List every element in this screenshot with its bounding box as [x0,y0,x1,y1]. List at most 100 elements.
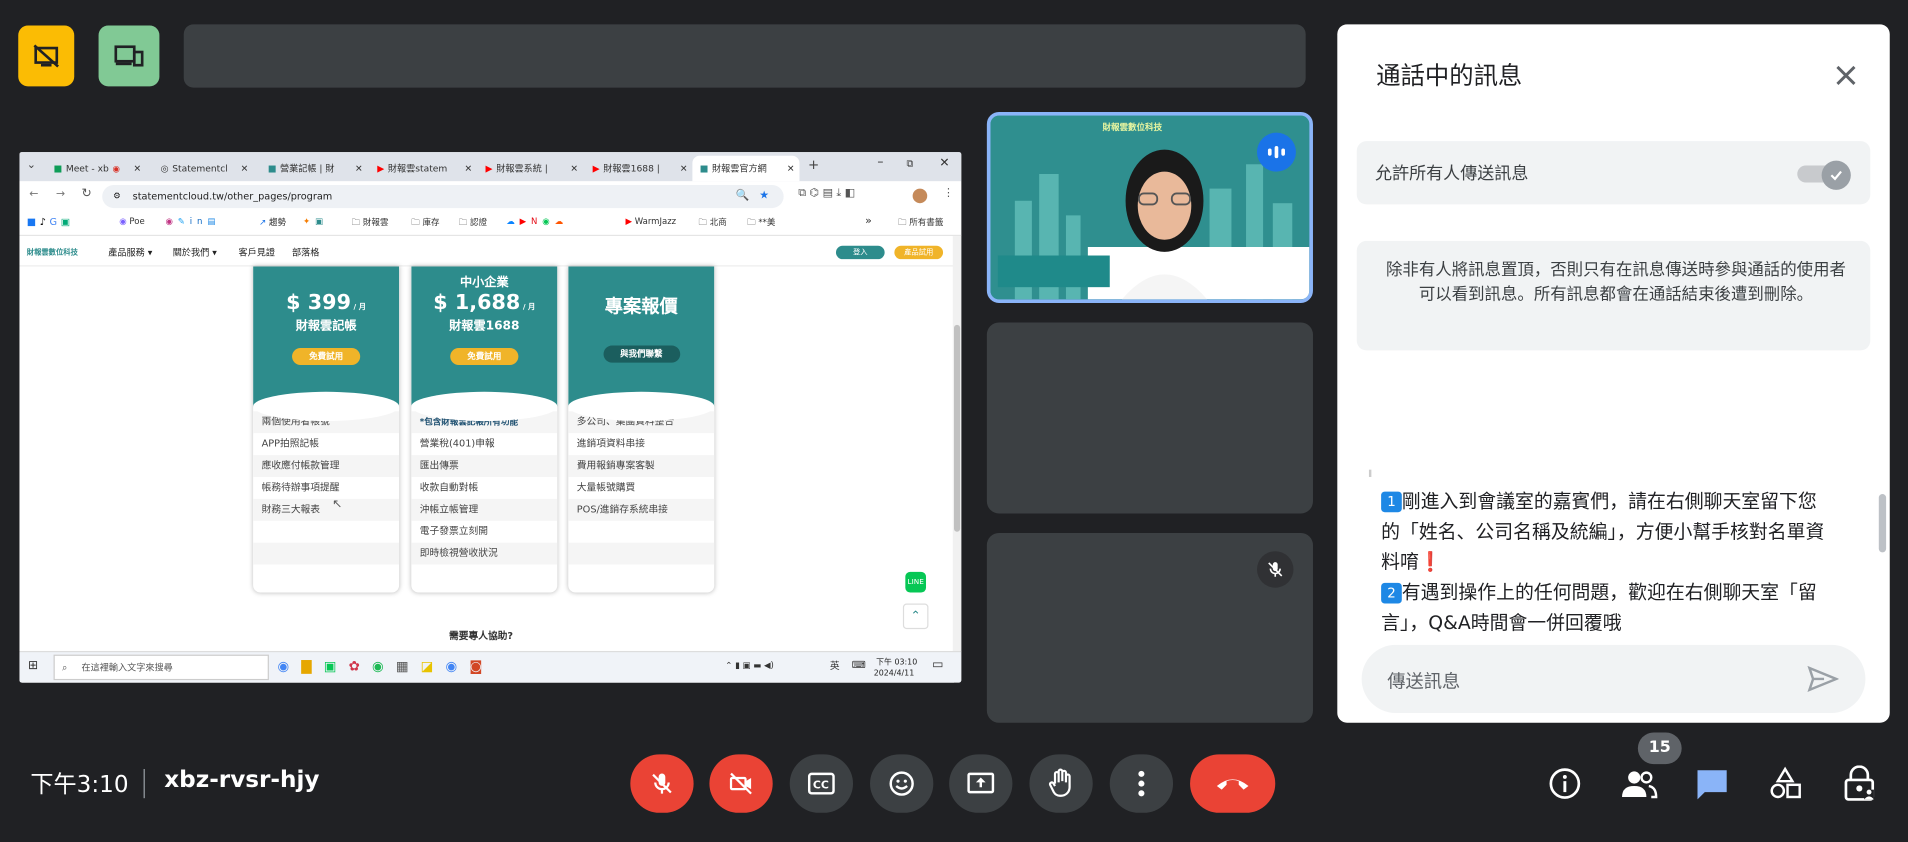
feature-item [253,521,399,543]
tab-list-icon[interactable]: ⌄ [27,159,36,171]
feature-item: 即時檢視營收狀況 [411,542,558,565]
bookmark-folder[interactable]: 🗀 認證 [459,217,487,232]
hand-icon [1046,768,1075,800]
browser-tab[interactable]: ▶ 財報雲statem ✕ [370,156,477,182]
nav-testimonials[interactable]: 客戶見證 [239,246,276,259]
help-text: 需要專人協助? [449,630,514,642]
bookmark-label: WarmJazz [634,216,677,227]
bookmark-star-icon[interactable]: ★ [759,185,769,208]
line-chat-icon[interactable]: LINE [905,571,927,593]
feature-item [568,542,715,565]
nav-products[interactable]: 產品服務 ▾ [108,246,152,259]
bookmark-warmjazz[interactable]: ▶ WarmJazz [625,217,676,227]
allow-messages-label: 允許所有人傳送訊息 [1375,164,1529,184]
tray-icons[interactable]: ⌃ ▮ ▣ ▬ ◀) [725,661,774,671]
login-button[interactable]: 登入 [835,245,885,260]
chat-scrollbar[interactable] [1878,494,1887,553]
back-icon[interactable]: ← [29,189,38,201]
site-logo[interactable]: 財報雲數位科技 [27,246,78,257]
chat-icon [1694,767,1731,801]
forward-icon[interactable]: → [56,189,65,201]
card-top-label: 中小企業 [459,276,509,290]
tab-label: 財報雲系統 | [496,163,548,174]
bookmark-folder[interactable]: 🗀 財報雲 [352,217,389,232]
browser-menu-icon[interactable]: ⋮ [943,187,954,199]
devices-badge[interactable] [98,25,160,87]
browser-scrollbar[interactable] [952,236,962,651]
bookmark-overflow-icon[interactable]: » [865,215,872,227]
check-icon [1821,160,1851,190]
contact-us-button[interactable]: 與我們聯繫 [602,345,680,363]
browser-tab[interactable]: ▶ 財報雲系統 | ✕ [478,156,583,182]
raise-hand-button[interactable] [1029,754,1093,813]
browser-tab[interactable]: ■ Meet - xb ◉ ✕ [46,156,146,182]
allow-messages-row: 允許所有人傳送訊息 [1356,141,1871,205]
browser-tab[interactable]: ▶ 財報雲1688 | ✕ [585,156,692,182]
minimize-icon[interactable]: – [877,156,883,169]
activities-button[interactable] [1763,762,1807,806]
notification-icon[interactable]: ▭ [932,658,944,671]
more-options-button[interactable] [1109,754,1174,813]
address-bar[interactable]: ⚙ statementcloud.tw/other_pages/program … [102,184,784,209]
free-trial-button[interactable]: 免費試用 [450,347,519,366]
close-window-icon[interactable]: ✕ [939,157,949,170]
trial-button[interactable]: 產品試用 [894,245,944,260]
card-header: 中小企業 $ 1,688 / 月 財報雲1688 免費試用 [411,266,558,421]
feature-item: 收款自動對帳 [419,481,479,493]
participant-tile[interactable] [986,532,1313,723]
bookmark-poe[interactable]: ◉ Poe [119,217,144,227]
meeting-details-button[interactable] [1543,762,1587,806]
presentation-off-badge[interactable] [18,25,75,87]
present-button[interactable] [949,754,1013,813]
bookmark-misc-icons-2: ✦▣ [302,216,328,227]
chat-input[interactable]: 傳送訊息 [1361,644,1866,714]
reload-icon[interactable]: ↻ [82,187,92,200]
search-icon: ⌕ [62,661,68,673]
mic-toggle-button[interactable] [630,754,694,813]
all-bookmarks[interactable]: 🗀 所有書籤 [898,217,943,232]
browser-tab[interactable]: ◎ Statementcl ✕ [153,156,253,182]
browser-tab-active[interactable]: ■ 財報雲官方網 ✕ [692,155,800,182]
restore-icon[interactable]: ⧉ [907,158,914,170]
nav-about[interactable]: 關於我們 ▾ [173,246,217,259]
captions-button[interactable]: CC [789,754,854,813]
bookmark-folder[interactable]: 🗀 北商 [698,217,726,232]
feature-item: APP拍照記帳 [261,438,319,449]
chat-title: 通話中的訊息 [1376,60,1523,91]
bookmark-folder[interactable]: 🗀 庫存 [411,217,439,232]
presenter-video-tile[interactable]: 財報雲數位科技 [986,111,1313,303]
profile-avatar[interactable] [912,188,928,204]
meeting-code[interactable]: xbz-rvsr-hjy [164,767,319,794]
scroll-top-icon[interactable]: ⌃ [902,603,929,630]
chat-button[interactable] [1690,762,1734,806]
people-button[interactable] [1617,762,1661,806]
closed-captions-icon: CC [807,771,836,795]
free-trial-button[interactable]: 免費試用 [292,347,361,366]
taskbar-search[interactable]: ⌕ 在這裡輸入文字來搜尋 [53,654,269,681]
participant-tile[interactable] [986,322,1313,514]
send-icon[interactable] [1805,662,1842,696]
lock-person-icon [1842,765,1876,802]
nav-blog[interactable]: 部落格 [292,246,319,259]
present-screen-icon [966,770,995,797]
extensions-icon[interactable]: ⧉ ⌬ ▤ ⤓ ◧ [798,187,855,199]
ime-indicator[interactable]: 英 [830,659,840,672]
new-tab-icon[interactable]: + [808,157,819,173]
card-price: $ 399 / 月 [286,290,367,316]
taskbar-app-icons[interactable]: ◉▇▣✿◉▦◪◉◙ [277,658,494,674]
pricing-card: $ 399 / 月 財報雲記帳 免費試用 兩個使用者帳號 APP拍照記帳 應收應… [253,266,400,593]
browser-tab[interactable]: ■ 營業記帳 | 財 ✕ [260,156,367,182]
bookmark-folder[interactable]: 🗀 **美 [747,217,775,232]
host-controls-button[interactable] [1837,762,1881,806]
allow-messages-toggle[interactable] [1797,160,1851,190]
feature-item: 帳務待辦事項提醒 [261,481,340,493]
bookmark-icons[interactable]: ■♪G▣ [27,217,74,228]
camera-toggle-button[interactable] [709,754,773,813]
windows-start-icon[interactable]: ⊞ [28,659,38,672]
bookmark-trend[interactable]: ↗ 趨勢 [259,217,286,229]
bookmark-label: 認證 [469,217,488,228]
leave-call-button[interactable] [1190,754,1276,813]
browser-tab-bar: ⌄ ■ Meet - xb ◉ ✕ ◎ Statementcl ✕ ■ 營業記帳 | 財 ✕ … [19,152,962,182]
reactions-button[interactable] [870,754,934,813]
close-icon[interactable] [1826,56,1865,95]
